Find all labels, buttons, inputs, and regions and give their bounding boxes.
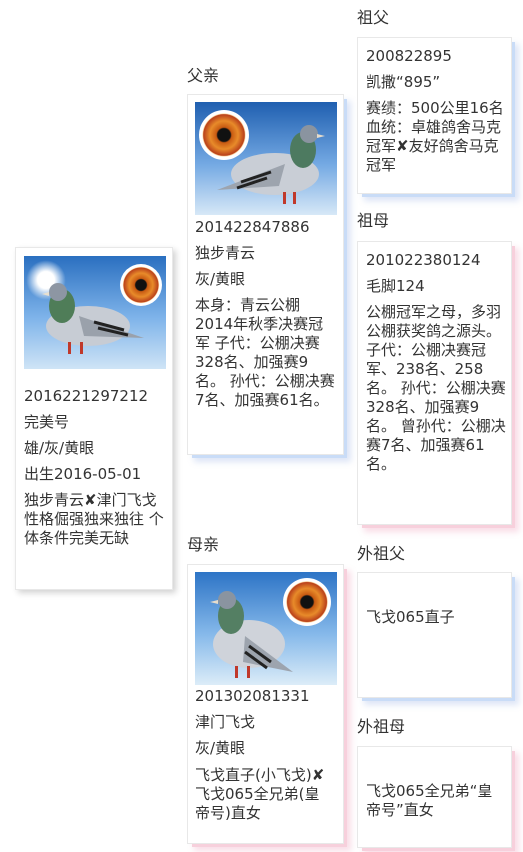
maternal-grandfather-label: 外祖父: [357, 544, 406, 563]
grandfather-name: 凯撒“895”: [366, 73, 441, 91]
maternal-grandfather-notes: 飞戈065直子: [366, 608, 455, 626]
pigeon-icon: [210, 591, 293, 678]
maternal-grandmother-card[interactable]: 飞戈065全兄弟“皇帝号”直女: [357, 746, 512, 848]
mother-attrs: 灰/黄眼: [195, 739, 246, 757]
mother-notes: 飞戈直子(小飞戈)✘飞戈065全兄弟(皇帝号)直女: [195, 766, 325, 822]
subject-born: 出生2016-05-01: [24, 465, 142, 483]
maternal-grandmother-label: 外祖母: [357, 717, 406, 736]
grandmother-ring: 201022380124: [366, 251, 481, 269]
subject-photo: [24, 256, 166, 369]
pigeon-icon: [42, 283, 144, 354]
grandfather-card[interactable]: 200822895 凯撒“895” 赛绩：500公里16名 血统：卓雄鸽舍马克冠…: [357, 37, 512, 194]
father-label: 父亲: [187, 66, 220, 85]
mother-ring: 201302081331: [195, 687, 310, 705]
father-card[interactable]: 201422847886 独步青云 灰/黄眼 本身：青云公棚2014年秋季决赛冠…: [187, 94, 344, 455]
subject-card[interactable]: 2016221297212 完美号 雄/灰/黄眼 出生2016-05-01 独步…: [15, 247, 173, 590]
father-ring: 201422847886: [195, 218, 310, 236]
grandmother-card[interactable]: 201022380124 毛脚124 公棚冠军之母，多羽公棚获奖鸽之源头。 子代…: [357, 241, 512, 525]
mother-name: 津门飞戈: [195, 713, 256, 731]
maternal-grandmother-notes: 飞戈065全兄弟“皇帝号”直女: [366, 782, 493, 819]
subject-attrs: 雄/灰/黄眼: [24, 439, 95, 457]
father-photo: [195, 102, 337, 215]
grandfather-label: 祖父: [357, 8, 390, 27]
grandmother-notes: 公棚冠军之母，多羽公棚获奖鸽之源头。 子代：公棚决赛冠军、238名、258名。 …: [366, 303, 506, 473]
grandmother-name: 毛脚124: [366, 277, 425, 295]
mother-label: 母亲: [187, 535, 220, 554]
subject-notes: 独步青云✘津门飞戈 性格倔强独来独往 个体条件完美无缺: [24, 491, 164, 547]
father-name: 独步青云: [195, 244, 256, 262]
grandfather-ring: 200822895: [366, 47, 452, 65]
subject-name: 完美号: [24, 413, 70, 431]
maternal-grandfather-card[interactable]: 飞戈065直子: [357, 572, 512, 698]
mother-photo: [195, 572, 337, 685]
pigeon-icon: [217, 125, 325, 204]
grandfather-notes: 赛绩：500公里16名 血统：卓雄鸽舍马克冠军✘友好鸽舍马克冠军: [366, 99, 504, 174]
subject-ring: 2016221297212: [24, 387, 149, 405]
father-notes: 本身：青云公棚2014年秋季决赛冠军 子代：公棚决赛328名、加强赛9名。 孙代…: [195, 296, 335, 409]
father-attrs: 灰/黄眼: [195, 270, 246, 288]
mother-card[interactable]: 201302081331 津门飞戈 灰/黄眼 飞戈直子(小飞戈)✘飞戈065全兄…: [187, 564, 344, 844]
grandmother-label: 祖母: [357, 211, 390, 230]
